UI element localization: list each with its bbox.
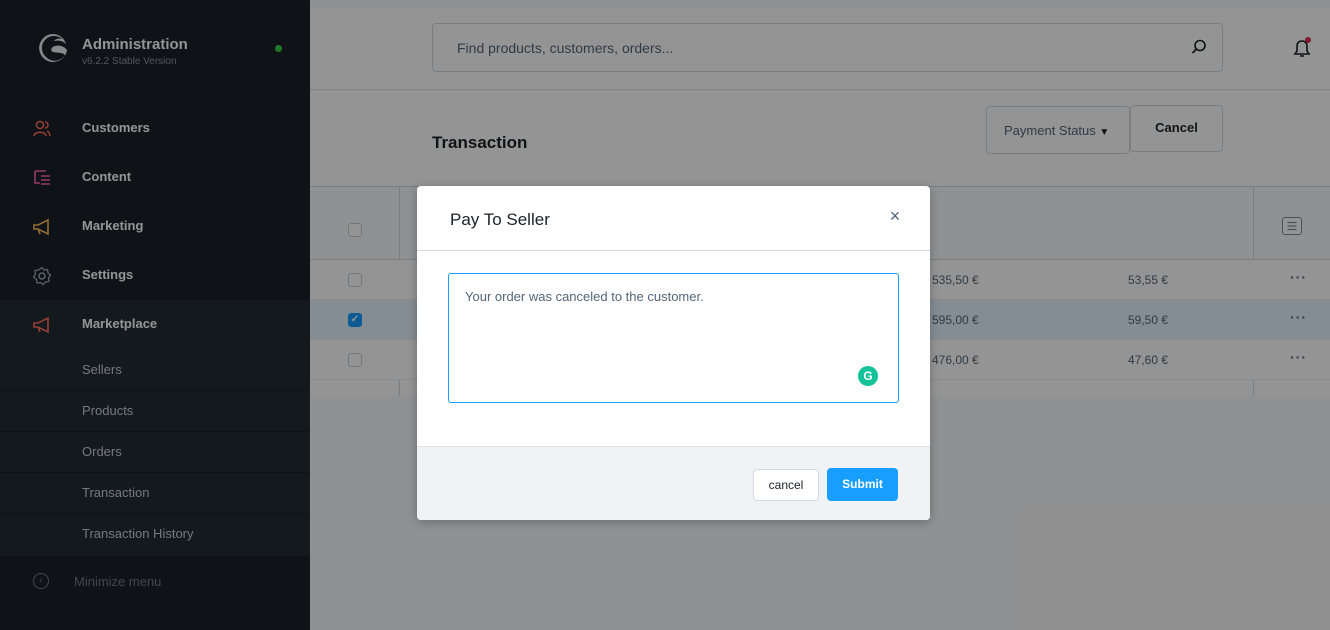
pay-to-seller-modal: Pay To Seller × Your order was canceled … bbox=[417, 186, 930, 520]
modal-cancel-button[interactable]: cancel bbox=[753, 469, 819, 501]
modal-footer: cancel Submit bbox=[417, 446, 930, 520]
message-textarea[interactable]: Your order was canceled to the customer. bbox=[448, 273, 899, 403]
modal-body: Your order was canceled to the customer.… bbox=[417, 251, 930, 446]
submit-button[interactable]: Submit bbox=[827, 468, 898, 501]
close-icon[interactable]: × bbox=[885, 206, 905, 226]
modal-title: Pay To Seller bbox=[450, 210, 550, 229]
grammarly-icon[interactable]: G bbox=[858, 366, 878, 386]
modal-header: Pay To Seller × bbox=[417, 186, 930, 251]
